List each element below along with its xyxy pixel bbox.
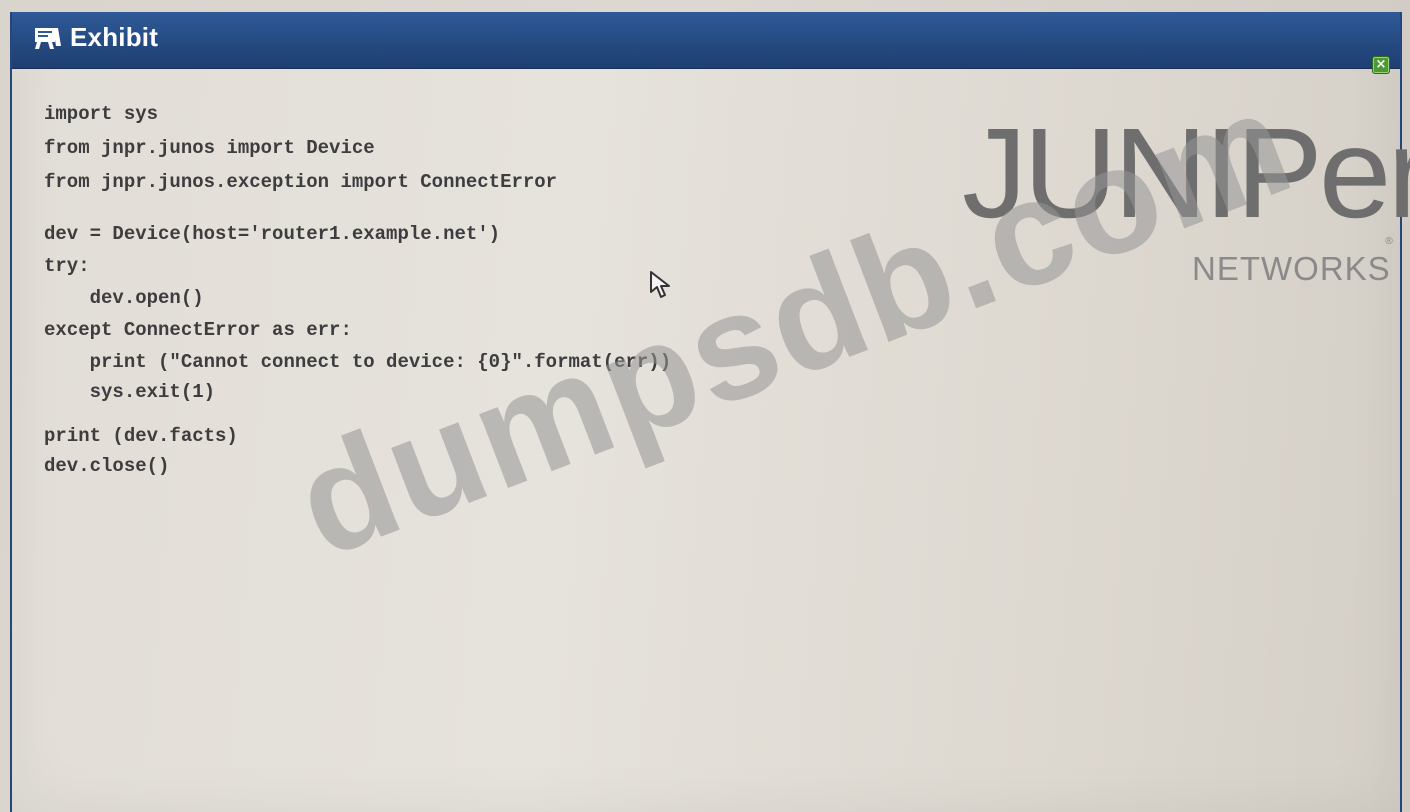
code-line: print (dev.facts): [44, 425, 238, 447]
close-button[interactable]: ×: [1372, 56, 1390, 74]
close-icon: ×: [1375, 57, 1387, 72]
code-line: dev.open(): [44, 287, 204, 309]
code-line: except ConnectError as err:: [44, 319, 352, 341]
window-titlebar[interactable]: Exhibit: [12, 12, 1400, 69]
code-line: sys.exit(1): [44, 381, 216, 403]
registered-mark: ®: [1384, 236, 1394, 247]
mouse-pointer-icon: [650, 271, 670, 298]
logo-subtitle: NETWORKS: [1192, 250, 1391, 287]
code-line: from jnpr.junos.exception import Connect…: [44, 171, 558, 193]
watermark: dumpsdb.com: [274, 56, 1313, 589]
code-line: from jnpr.junos import Device: [44, 137, 375, 159]
exhibit-window: Exhibit × import sys from jnpr.junos imp…: [10, 12, 1410, 812]
code-line: dev.close(): [44, 455, 170, 477]
code-line: import sys: [44, 103, 159, 125]
window-title: Exhibit: [70, 22, 159, 52]
exhibit-icon: [35, 28, 61, 49]
screen-background: Exhibit × import sys from jnpr.junos imp…: [0, 0, 1410, 812]
code-line: try:: [44, 255, 90, 277]
code-line: dev = Device(host='router1.example.net'): [44, 223, 501, 245]
